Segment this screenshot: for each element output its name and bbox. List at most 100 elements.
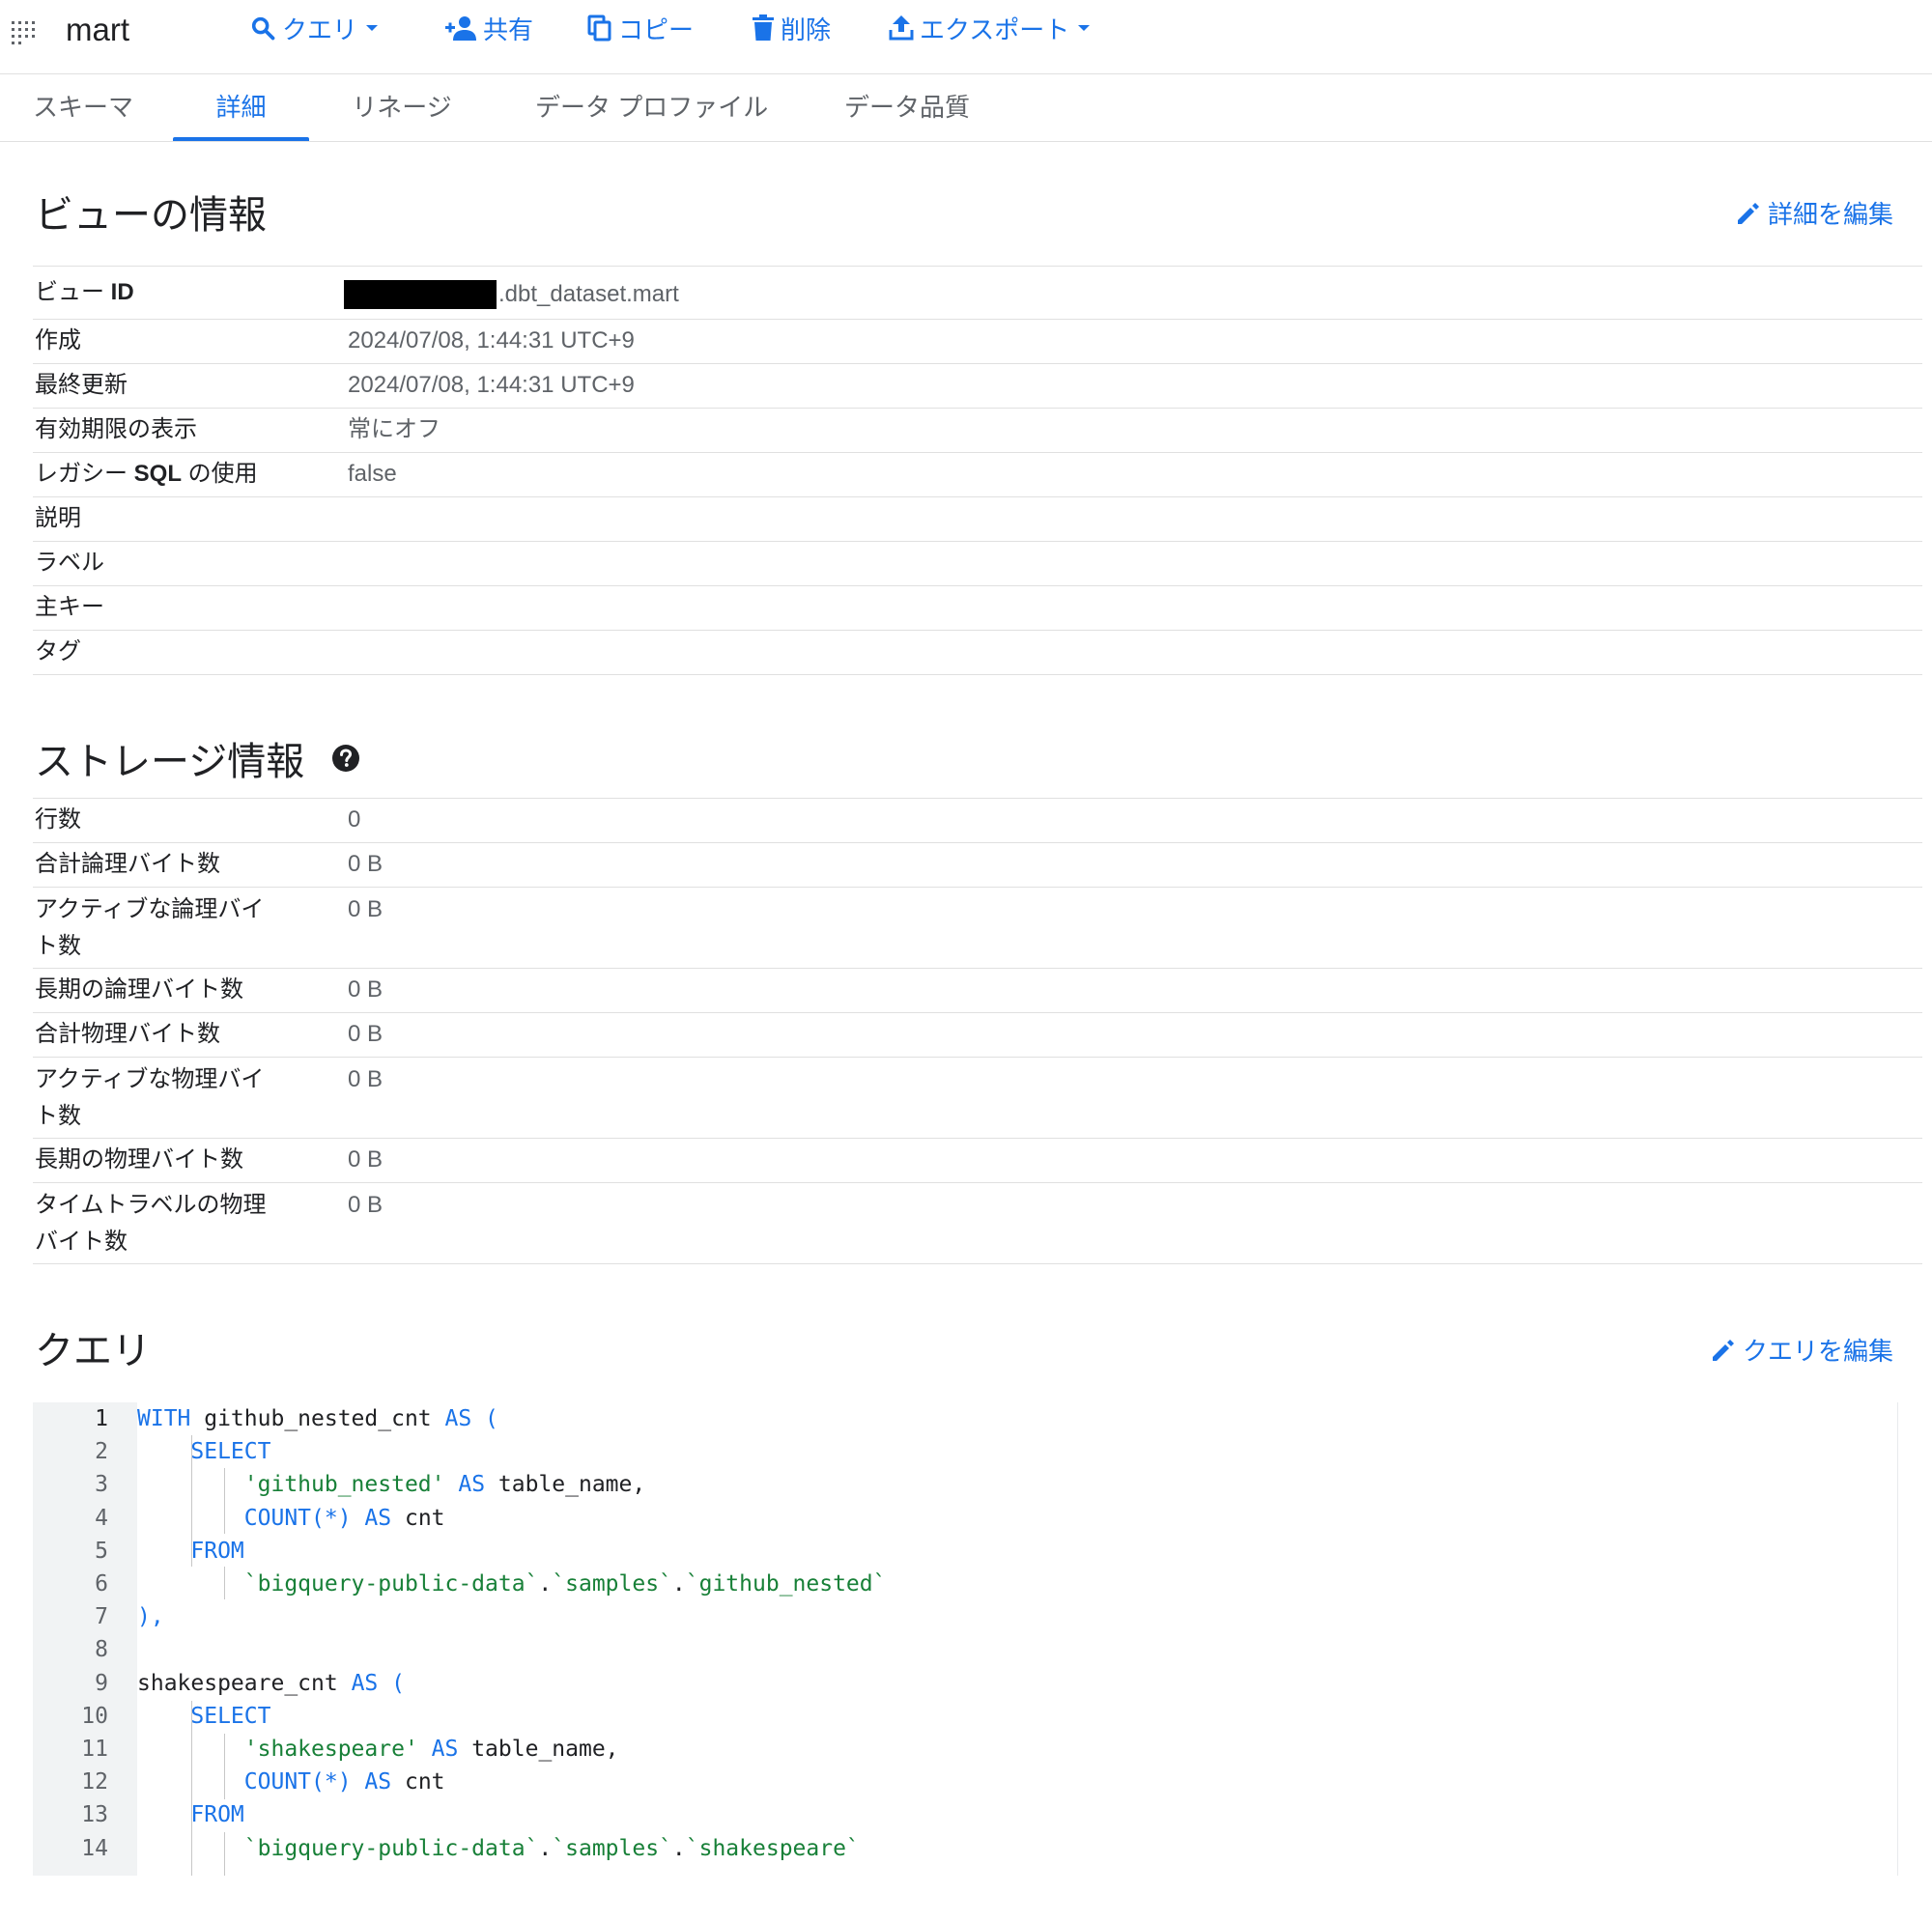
row-long-term-logical-bytes: 長期の論理バイト数 0 B — [33, 969, 1922, 1013]
row-value: 2024/07/08, 1:44:31 UTC+9 — [348, 372, 635, 398]
tab-schema[interactable]: スキーマ — [33, 73, 133, 141]
row-total-logical-bytes: 合計論理バイト数 0 B — [33, 843, 1922, 888]
code-line: 8 — [33, 1633, 1897, 1666]
line-number: 6 — [95, 1571, 108, 1597]
query-button[interactable]: クエリ — [249, 8, 381, 48]
row-label: アクティブな論理バイ ト数 — [35, 896, 265, 959]
row-value: 0 B — [348, 976, 384, 1003]
row-active-physical-bytes: アクティブな物理バイ ト数 0 B — [33, 1058, 1922, 1139]
row-label: 長期の論理バイト数 — [35, 976, 243, 1003]
edit-details-label: 詳細を編集 — [1767, 200, 1893, 229]
row-value: 2024/07/08, 1:44:31 UTC+9 — [348, 327, 635, 353]
code-line: 3 'github_nested' AS table_name, — [33, 1468, 1897, 1501]
row-labels: ラベル — [33, 542, 1922, 586]
apps-grid-icon[interactable] — [10, 17, 37, 44]
line-number: 7 — [95, 1604, 108, 1630]
row-label: 作成 — [35, 327, 81, 353]
code-line: 13 FROM — [33, 1798, 1897, 1831]
code-line: 6 `bigquery-public-data`.`samples`.`gith… — [33, 1568, 1897, 1600]
row-label: タイムトラベルの物理 バイト数 — [35, 1192, 267, 1255]
edit-details-button[interactable]: 詳細を編集 — [1735, 195, 1893, 231]
dropdown-arrow-icon — [1078, 25, 1091, 31]
row-expiration: 有効期限の表示 常にオフ — [33, 409, 1922, 453]
row-value: .dbt_dataset.mart — [334, 267, 679, 319]
code-line: 12 COUNT(*) AS cnt — [33, 1766, 1897, 1798]
help-icon[interactable] — [331, 744, 360, 773]
edit-query-button[interactable]: クエリを編集 — [1710, 1332, 1893, 1368]
dropdown-arrow-icon — [366, 25, 379, 31]
tab-data-quality[interactable]: データ品質 — [844, 73, 970, 141]
export-button-label: エクスポート — [920, 14, 1070, 44]
row-value: 0 B — [348, 1066, 384, 1092]
code-text: COUNT(*) AS cnt — [137, 1769, 445, 1795]
code-text: SELECT — [137, 1703, 271, 1729]
row-value: 0 B — [348, 1146, 384, 1173]
query-title: クエリ — [35, 1330, 151, 1372]
code-line: 5 FROM — [33, 1535, 1897, 1568]
row-value: 0 — [348, 806, 361, 833]
pencil-icon — [1737, 202, 1759, 224]
row-total-physical-bytes: 合計物理バイト数 0 B — [33, 1013, 1922, 1058]
code-text: COUNT(*) AS cnt — [137, 1505, 445, 1531]
line-number: 3 — [95, 1472, 108, 1498]
query-button-label: クエリ — [282, 14, 358, 44]
view-info-title: ビューの情報 — [35, 194, 267, 237]
view-info-heading: ビューの情報 — [35, 184, 267, 240]
line-number: 12 — [81, 1769, 108, 1795]
code-text: 'github_nested' AS table_name, — [137, 1472, 646, 1498]
code-line: 9 shakespeare_cnt AS ( — [33, 1667, 1897, 1700]
code-text: 'shakespeare' AS table_name, — [137, 1737, 619, 1762]
redacted-project-id — [344, 280, 497, 309]
tab-details[interactable]: 詳細 — [173, 73, 309, 141]
edit-query-label: クエリを編集 — [1742, 1337, 1893, 1366]
storage-info-heading: ストレージ情報 — [35, 730, 360, 786]
row-long-term-physical-bytes: 長期の物理バイト数 0 B — [33, 1139, 1922, 1183]
row-value: 常にオフ — [348, 416, 440, 442]
export-button[interactable]: エクスポート — [889, 8, 1093, 48]
line-number: 9 — [95, 1670, 108, 1696]
row-view-id: ビュー ID .dbt_dataset.mart — [33, 267, 1922, 320]
code-text: WITH github_nested_cnt AS ( — [137, 1406, 498, 1431]
code-text: FROM — [137, 1802, 244, 1828]
row-value: 0 B — [348, 851, 384, 877]
code-line: 11 'shakespeare' AS table_name, — [33, 1733, 1897, 1766]
storage-info-title: ストレージ情報 — [35, 741, 305, 783]
delete-button-label: 削除 — [781, 14, 832, 44]
row-label: 説明 — [35, 505, 81, 531]
upload-icon — [889, 15, 914, 41]
code-line: 7), — [33, 1600, 1897, 1633]
line-number: 8 — [95, 1637, 108, 1663]
tab-lineage[interactable]: リネージ — [352, 73, 452, 141]
line-number: 10 — [81, 1703, 108, 1729]
row-label: 有効期限の表示 — [35, 416, 197, 442]
line-number: 11 — [81, 1737, 108, 1762]
code-line: 4 COUNT(*) AS cnt — [33, 1502, 1897, 1535]
query-code-editor[interactable]: 1 WITH github_nested_cnt AS (2 SELECT 3 'g… — [33, 1402, 1898, 1876]
row-legacy-sql: レガシー SQL の使用 false — [33, 453, 1922, 497]
copy-icon — [587, 14, 611, 42]
row-value: false — [348, 461, 397, 487]
tab-data-profile[interactable]: データ プロファイル — [535, 73, 768, 141]
row-tags: タグ — [33, 631, 1922, 675]
row-label: レガシー SQL の使用 — [35, 461, 258, 487]
line-number: 2 — [95, 1439, 108, 1465]
share-button-label: 共有 — [483, 14, 534, 44]
row-value: 0 B — [348, 896, 384, 922]
code-text: ), — [137, 1604, 164, 1630]
line-number: 5 — [95, 1538, 108, 1564]
line-number: 1 — [95, 1406, 108, 1431]
query-heading: クエリ — [35, 1319, 151, 1375]
row-primary-key: 主キー — [33, 586, 1922, 631]
line-number: 13 — [81, 1802, 108, 1828]
code-text: `bigquery-public-data`.`samples`.`github… — [137, 1571, 887, 1597]
view-info-table: ビュー ID .dbt_dataset.mart 作成 2024/07/08, … — [33, 266, 1922, 675]
copy-button[interactable]: コピー — [587, 8, 694, 48]
share-button[interactable]: 共有 — [444, 8, 533, 48]
row-row-count: 行数 0 — [33, 799, 1922, 843]
tab-bar: スキーマ 詳細 リネージ データ プロファイル データ品質 — [0, 73, 1932, 142]
row-last-modified: 最終更新 2024/07/08, 1:44:31 UTC+9 — [33, 364, 1922, 409]
code-text: shakespeare_cnt AS ( — [137, 1670, 405, 1696]
toolbar: mart クエリ 共有 コピー 削除 エクスポート — [0, 0, 1932, 74]
delete-button[interactable]: 削除 — [752, 8, 831, 48]
code-line: 2 SELECT — [33, 1435, 1897, 1468]
